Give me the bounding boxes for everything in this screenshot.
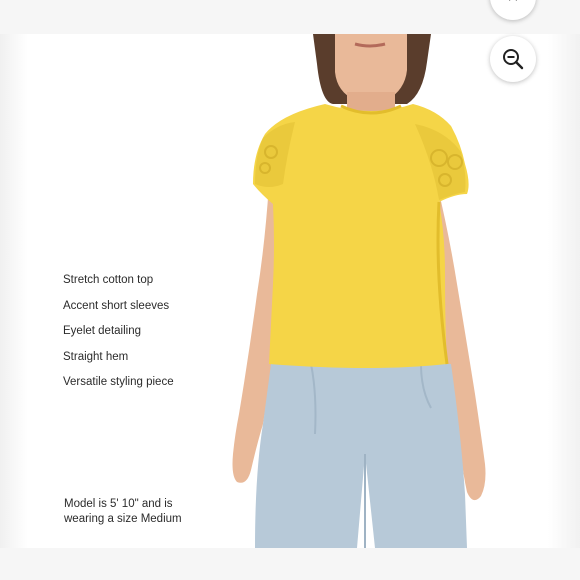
jeans	[255, 364, 467, 548]
product-image-stage: Stretch cotton top Accent short sleeves …	[0, 0, 580, 580]
bottom-strip	[0, 548, 580, 580]
model-size-note: Model is 5' 10" and is wearing a size Me…	[64, 497, 244, 526]
zoom-out-icon	[503, 49, 524, 70]
model-note-line: Model is 5' 10" and is	[64, 498, 173, 510]
model-note-line: wearing a size Medium	[64, 512, 182, 525]
model-photo	[232, 34, 486, 548]
zoom-button[interactable]	[490, 36, 536, 82]
chevron-icon	[509, 0, 517, 1]
